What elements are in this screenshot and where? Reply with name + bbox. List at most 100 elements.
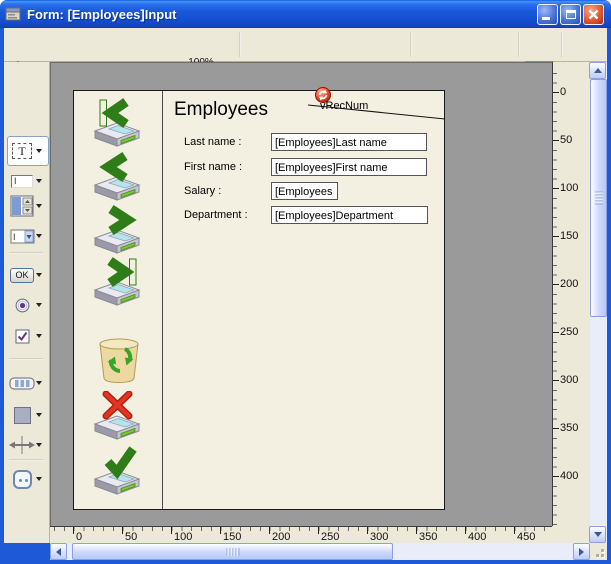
ruler-label: 50: [122, 527, 137, 543]
ruler-label: 100: [552, 182, 578, 194]
horizontal-scrollbar[interactable]: [50, 543, 590, 560]
last-record-button[interactable]: [92, 257, 144, 307]
minimize-button[interactable]: [537, 3, 558, 25]
minimize-icon: [542, 16, 550, 20]
tool-listbox[interactable]: [8, 191, 48, 221]
tool-rectangle[interactable]: [8, 402, 48, 428]
tool-button[interactable]: OK: [8, 262, 48, 288]
ruler-label: 400: [465, 527, 486, 543]
tab-control-tool-icon: [9, 377, 35, 389]
field-label[interactable]: Department :: [184, 209, 248, 221]
vertical-scroll-thumb[interactable]: [590, 79, 607, 317]
chevron-down-icon[interactable]: [36, 334, 42, 338]
scroll-left-button[interactable]: [50, 543, 67, 560]
tool-palette: T I I OK: [4, 62, 50, 543]
toolbar-separator: [239, 32, 241, 57]
ruler-label: 200: [552, 278, 578, 290]
chevron-down-icon[interactable]: [36, 477, 42, 481]
field-input-department[interactable]: [Employees]Department: [271, 206, 428, 224]
ruler-label: 350: [552, 422, 578, 434]
palette-separator: [9, 252, 43, 254]
maximize-button[interactable]: [560, 3, 581, 25]
chevron-down-icon[interactable]: [36, 204, 42, 208]
horizontal-ruler: 0 50 100 150 200 250 300 350 400 450: [50, 526, 552, 543]
ruler-corner: [552, 526, 590, 543]
ruler-label: 50: [552, 134, 572, 146]
checkbox-tool-icon: [15, 329, 29, 343]
ruler-label: 350: [416, 527, 437, 543]
field-label[interactable]: Last name :: [184, 136, 241, 148]
field-input-salary[interactable]: [Employees: [271, 182, 338, 200]
palette-separator: [9, 358, 43, 360]
tool-checkbox[interactable]: [8, 323, 48, 349]
chevron-down-icon[interactable]: [36, 413, 42, 417]
arrow-up-icon: [593, 68, 602, 73]
splitter-tool-icon: [9, 436, 35, 454]
chevron-down-icon[interactable]: [36, 303, 42, 307]
ruler-label: 0: [73, 527, 82, 543]
scroll-right-button[interactable]: [573, 543, 590, 560]
first-record-button[interactable]: [92, 98, 144, 148]
maximize-icon: [566, 9, 576, 19]
text-tool-icon: T: [12, 143, 32, 159]
radio-tool-icon: [15, 298, 29, 312]
chevron-down-icon[interactable]: [36, 273, 42, 277]
chevron-down-icon[interactable]: [36, 443, 42, 447]
ruler-label: 450: [514, 527, 535, 543]
vertical-scrollbar[interactable]: [589, 62, 607, 543]
previous-record-button[interactable]: [92, 152, 144, 202]
vertical-ruler: 0 50 100 150 200 250 300 350 400: [552, 62, 590, 526]
tool-radio-button[interactable]: [8, 292, 48, 318]
rectangle-tool-icon: [13, 406, 31, 424]
tool-splitter[interactable]: [8, 432, 48, 458]
toolbar-separator: [410, 32, 412, 57]
tool-text[interactable]: T: [8, 138, 48, 164]
scroll-down-button[interactable]: [589, 526, 606, 543]
ruler-label: 0: [552, 86, 566, 98]
combobox-tool-icon: I: [10, 229, 34, 243]
field-input-first-name[interactable]: [Employees]First name: [271, 158, 427, 176]
ruler-label: 200: [269, 527, 290, 543]
scroll-up-button[interactable]: [589, 62, 606, 79]
form-editor-window: Form: [Employees]Input T I I OK Employee…: [0, 0, 611, 564]
ruler-label: 250: [552, 326, 578, 338]
design-canvas[interactable]: Employees vRecNum Last name : [Employees…: [50, 62, 552, 526]
horizontal-scroll-thumb[interactable]: [72, 543, 393, 560]
arrow-down-icon: [593, 532, 602, 537]
tool-combobox[interactable]: I: [8, 223, 48, 249]
toolbar-separator: [518, 32, 520, 57]
titlebar[interactable]: Form: [Employees]Input: [0, 0, 611, 28]
tool-tab-control[interactable]: [8, 370, 48, 396]
plugin-tool-icon: [12, 469, 32, 489]
chevron-down-icon[interactable]: [36, 179, 42, 183]
chevron-down-icon[interactable]: [36, 234, 42, 238]
delete-record-button[interactable]: [92, 391, 144, 441]
cancel-trash-button[interactable]: [94, 337, 144, 385]
record-number-variable[interactable]: vRecNum: [320, 100, 368, 112]
resize-grip[interactable]: [590, 543, 607, 560]
ruler-label: 300: [552, 374, 578, 386]
close-button[interactable]: [583, 3, 604, 25]
arrow-left-icon: [56, 547, 61, 556]
field-input-last-name[interactable]: [Employees]Last name: [271, 133, 427, 151]
window-title: Form: [Employees]Input: [27, 6, 177, 22]
ruler-label: 300: [367, 527, 388, 543]
form-page[interactable]: Employees vRecNum Last name : [Employees…: [73, 87, 446, 510]
ruler-label: 150: [552, 230, 578, 242]
field-label[interactable]: Salary :: [184, 185, 221, 197]
form-title[interactable]: Employees: [174, 99, 268, 121]
toolbar-separator: [561, 32, 563, 57]
form-divider-line[interactable]: [162, 91, 163, 509]
field-label[interactable]: First name :: [184, 161, 242, 173]
close-icon: [588, 9, 599, 19]
tool-plugin-area[interactable]: [8, 466, 48, 492]
svg-text:I: I: [13, 232, 16, 242]
input-tool-icon: I: [11, 174, 33, 188]
listbox-tool-icon: [10, 195, 34, 217]
chevron-down-icon[interactable]: [36, 149, 42, 153]
next-record-button[interactable]: [92, 205, 144, 255]
chevron-down-icon[interactable]: [36, 381, 42, 385]
accept-record-button[interactable]: [92, 446, 144, 496]
ruler-label: 250: [318, 527, 339, 543]
ruler-label: 150: [220, 527, 241, 543]
